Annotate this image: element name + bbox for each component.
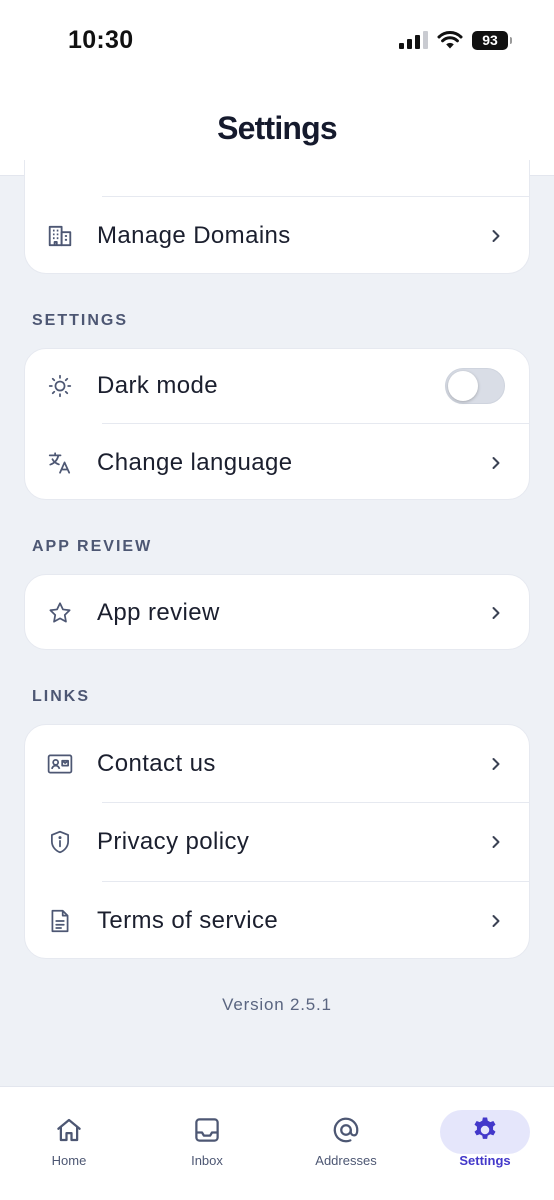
dark-mode-label: Dark mode	[97, 372, 218, 399]
links-card: Contact us Privacy policy Terms of servi…	[24, 724, 530, 959]
cellular-signal-icon	[399, 31, 428, 49]
contact-card-icon	[47, 751, 73, 777]
status-time: 10:30	[68, 26, 134, 54]
chevron-right-icon	[492, 915, 500, 927]
page-title: Settings	[217, 110, 338, 146]
sun-icon	[47, 373, 73, 399]
battery-icon: 93	[472, 30, 512, 50]
chevron-right-icon	[492, 757, 500, 770]
dark-mode-row: Dark mode	[25, 349, 529, 423]
nav-addresses-label: Addresses	[315, 1153, 377, 1168]
nav-settings-label: Settings	[459, 1153, 511, 1168]
app-version: Version 2.5.1	[222, 995, 332, 1014]
privacy-policy-label: Privacy policy	[97, 828, 250, 855]
inbox-icon	[195, 1118, 219, 1142]
bottom-nav: Home Inbox Addresses Settings	[0, 1086, 554, 1200]
chevron-right-icon	[492, 607, 500, 619]
nav-home-label: Home	[51, 1153, 87, 1168]
shield-info-icon	[47, 829, 73, 855]
battery-level: 93	[482, 32, 498, 48]
section-title-links: LINKS	[32, 688, 90, 705]
account-card: Manage Domains	[24, 160, 530, 274]
contact-us-label: Contact us	[97, 749, 216, 777]
wifi-icon	[437, 31, 463, 49]
section-title-app-review: APP REVIEW	[32, 538, 153, 555]
change-language-label: Change language	[97, 448, 293, 476]
settings-card: Dark mode Change language	[24, 348, 530, 500]
contact-us-row[interactable]: Contact us	[25, 725, 529, 802]
top-header: 10:30 93 Settings	[0, 0, 554, 176]
document-icon	[47, 908, 73, 934]
chevron-right-icon	[492, 456, 500, 469]
toggle-knob	[448, 371, 478, 401]
app-review-row[interactable]: App review	[25, 575, 529, 651]
section-title-settings: SETTINGS	[32, 312, 129, 329]
terms-of-service-row[interactable]: Terms of service	[25, 882, 529, 960]
nav-inbox[interactable]: Inbox	[157, 1109, 257, 1168]
nav-settings[interactable]: Settings	[435, 1109, 535, 1168]
chevron-right-icon	[492, 229, 500, 242]
manage-domains-row[interactable]: Manage Domains	[25, 197, 529, 274]
dark-mode-toggle[interactable]	[445, 368, 505, 404]
privacy-policy-row[interactable]: Privacy policy	[25, 803, 529, 881]
app-review-label: App review	[97, 599, 220, 626]
nav-inbox-label: Inbox	[191, 1153, 223, 1168]
gear-icon	[474, 1117, 496, 1139]
building-icon	[47, 223, 73, 249]
change-language-row[interactable]: Change language	[25, 424, 529, 501]
terms-of-service-label: Terms of service	[97, 907, 279, 934]
nav-home[interactable]: Home	[19, 1109, 119, 1168]
chevron-right-icon	[492, 836, 500, 848]
star-icon	[47, 600, 73, 626]
home-icon	[57, 1118, 81, 1142]
app-review-card: App review	[24, 574, 530, 650]
nav-addresses[interactable]: Addresses	[296, 1109, 396, 1168]
status-icons: 93	[399, 30, 512, 50]
translate-icon	[47, 450, 73, 476]
at-sign-icon	[333, 1117, 359, 1143]
manage-domains-label: Manage Domains	[97, 221, 291, 249]
